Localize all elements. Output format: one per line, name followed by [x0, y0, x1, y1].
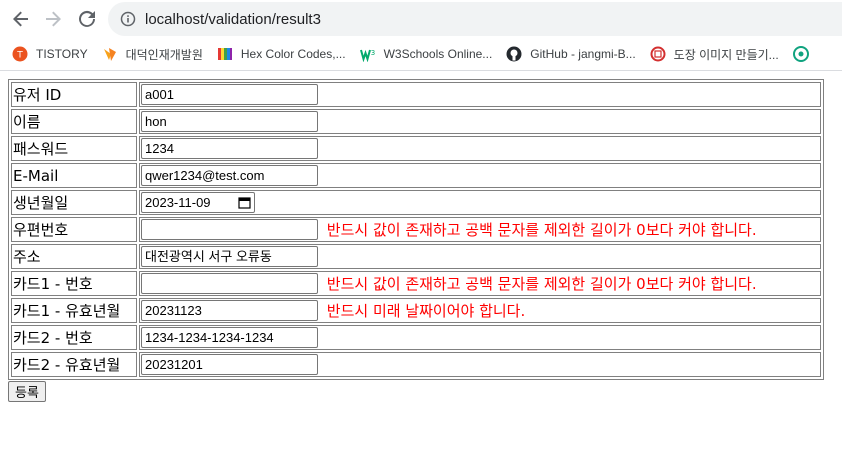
field-label: 주소 — [11, 244, 137, 269]
field-label: 이름 — [11, 109, 137, 134]
chatgpt-icon — [792, 46, 809, 62]
birthdate-input[interactable]: 2023-11-09 — [141, 192, 255, 213]
stamp-icon — [650, 46, 666, 62]
form-row-user-id: 유저 ID a001 — [11, 82, 821, 107]
svg-text:3: 3 — [370, 49, 374, 57]
bookmark-stamp[interactable]: 도장 이미지 만들기... — [650, 46, 779, 63]
form-row-password: 패스워드 1234 — [11, 136, 821, 161]
form-row-card1-expiry: 카드1 - 유효년월 20231123 반드시 미래 날짜이어야 합니다. — [11, 298, 821, 323]
url-text: localhost/validation/result3 — [145, 10, 321, 28]
error-message: 반드시 미래 날짜이어야 합니다. — [326, 302, 526, 320]
field-label: 카드1 - 유효년월 — [11, 298, 137, 323]
calendar-icon[interactable] — [238, 196, 251, 209]
password-input[interactable]: 1234 — [141, 138, 318, 159]
user-id-input[interactable]: a001 — [141, 84, 318, 105]
reload-button[interactable] — [76, 8, 98, 30]
card2-expiry-input[interactable]: 20231201 — [141, 354, 318, 375]
w3schools-icon: 3 — [359, 46, 376, 62]
bookmark-label: 도장 이미지 만들기... — [673, 47, 779, 62]
field-label: E-Mail — [11, 163, 137, 188]
bookmark-hex-color[interactable]: Hex Color Codes,... — [217, 46, 346, 62]
bookmark-label: TISTORY — [36, 47, 88, 61]
field-label: 생년월일 — [11, 190, 137, 215]
field-label: 유저 ID — [11, 82, 137, 107]
email-input[interactable]: qwer1234@test.com — [141, 165, 318, 186]
submit-button[interactable]: 등록 — [8, 381, 46, 402]
card1-number-input[interactable] — [141, 273, 318, 294]
error-message: 반드시 값이 존재하고 공백 문자를 제외한 길이가 0보다 커야 합니다. — [326, 275, 757, 293]
tistory-icon: T — [12, 46, 28, 62]
bookmark-extra[interactable] — [792, 46, 817, 62]
field-label: 카드1 - 번호 — [11, 271, 137, 296]
bookmark-label: 대덕인재개발원 — [125, 47, 203, 62]
back-button[interactable] — [10, 8, 32, 30]
bookmark-label: W3Schools Online... — [383, 47, 493, 61]
bookmark-ddit[interactable]: 대덕인재개발원 — [102, 46, 203, 63]
bookmark-label: GitHub - jangmi-B... — [530, 47, 636, 61]
field-label: 카드2 - 번호 — [11, 325, 137, 350]
info-icon[interactable] — [120, 11, 136, 27]
form-row-card2-number: 카드2 - 번호 1234-1234-1234-1234 — [11, 325, 821, 350]
arrow-left-icon — [13, 11, 28, 27]
bookmarks-bar: T TISTORY 대덕인재개발원 Hex Color Codes,... 3 … — [0, 38, 842, 71]
validation-form-table: 유저 ID a001 이름 hon 패스워드 1234 E-Mail qwer1… — [8, 79, 824, 380]
github-icon — [506, 46, 522, 62]
address-input[interactable]: 대전광역시 서구 오류동 — [141, 246, 318, 267]
form-row-card1-number: 카드1 - 번호 반드시 값이 존재하고 공백 문자를 제외한 길이가 0보다 … — [11, 271, 821, 296]
form-row-email: E-Mail qwer1234@test.com — [11, 163, 821, 188]
hex-color-icon — [217, 46, 233, 62]
card2-number-input[interactable]: 1234-1234-1234-1234 — [141, 327, 318, 348]
browser-toolbar: localhost/validation/result3 — [0, 0, 842, 38]
bookmark-label: Hex Color Codes,... — [240, 47, 346, 61]
bookmark-w3schools[interactable]: 3 W3Schools Online... — [359, 46, 493, 62]
field-label: 우편번호 — [11, 217, 137, 242]
zipcode-input[interactable] — [141, 219, 318, 240]
svg-text:T: T — [16, 51, 23, 61]
bookmark-github[interactable]: GitHub - jangmi-B... — [506, 46, 636, 62]
field-label: 카드2 - 유효년월 — [11, 352, 137, 377]
birthdate-value: 2023-11-09 — [145, 195, 211, 210]
card1-expiry-input[interactable]: 20231123 — [141, 300, 318, 321]
forward-button[interactable] — [42, 8, 64, 30]
error-message: 반드시 값이 존재하고 공백 문자를 제외한 길이가 0보다 커야 합니다. — [326, 221, 757, 239]
address-bar[interactable]: localhost/validation/result3 — [108, 2, 842, 36]
arrow-right-icon — [46, 11, 61, 27]
form-row-card2-expiry: 카드2 - 유효년월 20231201 — [11, 352, 821, 377]
name-input[interactable]: hon — [141, 111, 318, 132]
ddit-icon — [102, 46, 118, 62]
bookmark-tistory[interactable]: T TISTORY — [12, 46, 88, 62]
form-row-birthdate: 생년월일 2023-11-09 — [11, 190, 821, 215]
field-label: 패스워드 — [11, 136, 137, 161]
form-row-address: 주소 대전광역시 서구 오류동 — [11, 244, 821, 269]
page-content: 유저 ID a001 이름 hon 패스워드 1234 E-Mail qwer1… — [0, 71, 842, 402]
form-row-zipcode: 우편번호 반드시 값이 존재하고 공백 문자를 제외한 길이가 0보다 커야 합… — [11, 217, 821, 242]
form-row-name: 이름 hon — [11, 109, 821, 134]
reload-icon — [79, 10, 95, 27]
